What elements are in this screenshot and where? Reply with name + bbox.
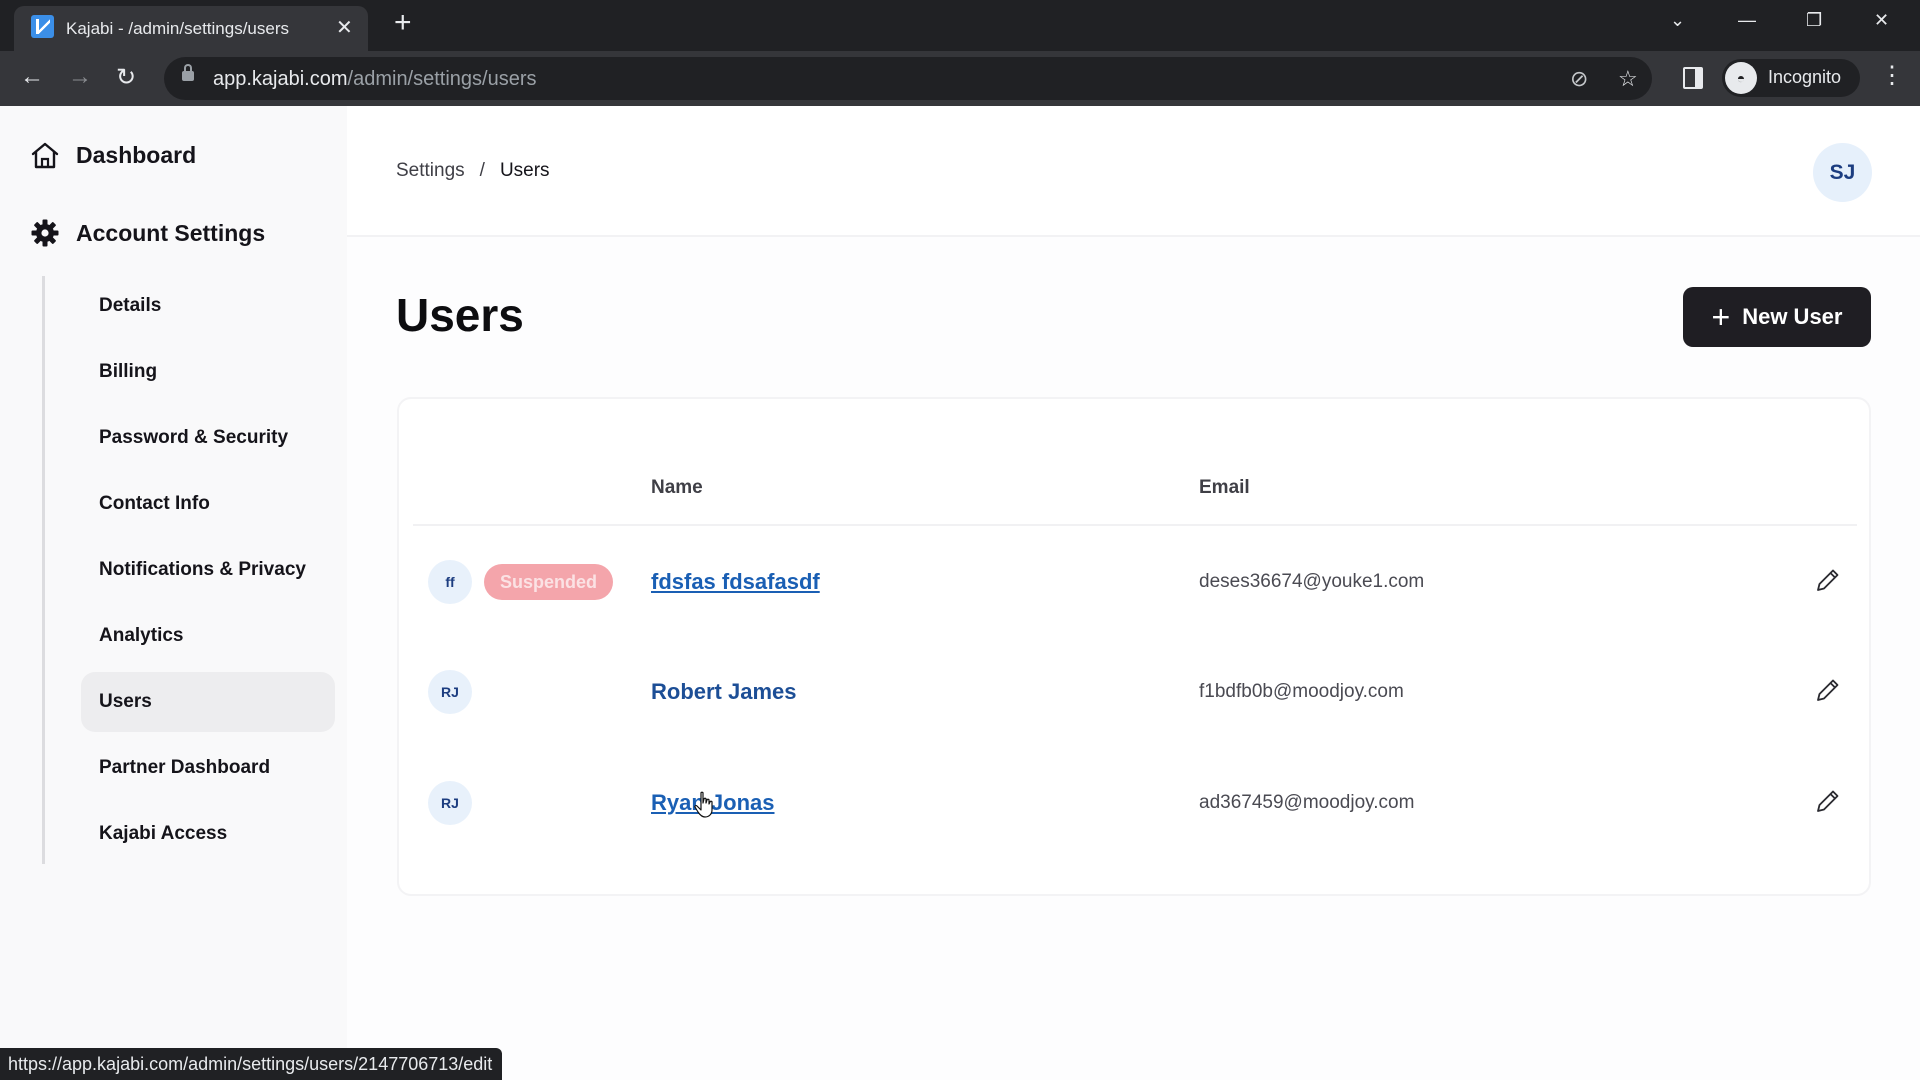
incognito-icon: ◓ xyxy=(1725,62,1757,94)
users-table: Name Email ff Suspended fdsfas fdsafasdf… xyxy=(397,397,1871,896)
sidebar-account-settings-link[interactable]: Account Settings xyxy=(30,218,265,248)
sidebar-item-analytics[interactable]: Analytics xyxy=(81,606,335,666)
user-email: deses36674@youke1.com xyxy=(1199,571,1425,592)
kajabi-favicon-icon xyxy=(31,15,54,38)
home-icon xyxy=(31,142,59,169)
sidebar-item-billing[interactable]: Billing xyxy=(81,342,335,402)
lock-icon xyxy=(182,64,194,81)
tracking-protection-eye-off-icon[interactable]: ⊘ xyxy=(1570,66,1588,92)
sidebar-item-notifications-privacy[interactable]: Notifications & Privacy xyxy=(81,540,335,600)
plus-icon: + xyxy=(1711,299,1731,335)
sidebar-item-partner-dashboard[interactable]: Partner Dashboard xyxy=(81,738,335,798)
incognito-label: Incognito xyxy=(1768,67,1842,87)
user-name-link[interactable]: Robert James xyxy=(651,679,797,705)
user-email: f1bdfb0b@moodjoy.com xyxy=(1199,681,1404,702)
tab-close-icon[interactable]: ✕ xyxy=(336,15,353,40)
browser-tab-bar: Kajabi - /admin/settings/users ✕ + ⌄ — ❐… xyxy=(0,0,1920,51)
browser-tab[interactable]: Kajabi - /admin/settings/users ✕ xyxy=(14,6,368,51)
column-header-email: Email xyxy=(1199,477,1250,498)
forward-icon[interactable]: → xyxy=(68,63,92,91)
settings-sidebar: Dashboard Account Settings Details Billi… xyxy=(0,106,347,1080)
browser-toolbar: ← → ↻ app.kajabi.com/admin/settings/user… xyxy=(0,51,1920,106)
sidebar-item-details[interactable]: Details xyxy=(81,276,335,336)
breadcrumb: Settings / Users xyxy=(396,160,550,182)
url-path: /admin/settings/users xyxy=(347,68,537,90)
reload-icon[interactable]: ↻ xyxy=(116,63,136,92)
url-text[interactable]: app.kajabi.com/admin/settings/users xyxy=(213,68,537,91)
main-content: Settings / Users SJ Users + New User Nam… xyxy=(347,106,1920,1080)
breadcrumb-separator: / xyxy=(479,160,485,181)
table-row: ff Suspended fdsfas fdsafasdf deses36674… xyxy=(399,525,1869,635)
status-bar-link-preview: https://app.kajabi.com/admin/settings/us… xyxy=(0,1048,503,1080)
gear-icon xyxy=(31,219,59,247)
bookmark-star-icon[interactable]: ☆ xyxy=(1618,66,1638,92)
edit-pencil-icon[interactable] xyxy=(1813,786,1843,816)
side-panel-icon[interactable] xyxy=(1683,67,1703,89)
sidebar-rail-divider xyxy=(42,276,45,864)
address-bar[interactable]: app.kajabi.com/admin/settings/users ⊘ ☆ xyxy=(164,57,1652,100)
top-header: Settings / Users SJ xyxy=(347,106,1920,237)
sidebar-account-settings-label: Account Settings xyxy=(76,219,266,246)
sidebar-item-contact-info[interactable]: Contact Info xyxy=(81,474,335,534)
user-avatar-initials: ff xyxy=(428,560,472,604)
restore-icon[interactable]: ❐ xyxy=(1806,10,1822,31)
url-host: app.kajabi.com xyxy=(213,68,348,90)
tab-title: Kajabi - /admin/settings/users xyxy=(66,19,289,38)
tab-search-chevron-icon[interactable]: ⌄ xyxy=(1670,10,1685,31)
new-user-label: New User xyxy=(1742,304,1843,329)
minimize-icon[interactable]: — xyxy=(1738,10,1756,31)
sidebar-dashboard-label: Dashboard xyxy=(76,141,197,168)
browser-menu-icon[interactable]: ⋮ xyxy=(1880,61,1904,90)
user-avatar-initials: RJ xyxy=(428,670,472,714)
sidebar-item-password-security[interactable]: Password & Security xyxy=(81,408,335,468)
edit-pencil-icon[interactable] xyxy=(1813,675,1843,705)
edit-pencil-icon[interactable] xyxy=(1813,565,1843,595)
page-title: Users xyxy=(396,289,524,341)
breadcrumb-users: Users xyxy=(499,160,550,181)
table-row: RJ Ryan Jonas ad367459@moodjoy.com xyxy=(399,746,1869,856)
user-avatar[interactable]: SJ xyxy=(1813,143,1872,202)
user-name-link[interactable]: fdsfas fdsafasdf xyxy=(651,569,820,595)
sidebar-item-users[interactable]: Users xyxy=(81,672,335,732)
sidebar-item-kajabi-access[interactable]: Kajabi Access xyxy=(81,804,335,864)
user-name-link[interactable]: Ryan Jonas xyxy=(651,790,775,816)
sidebar-dashboard-link[interactable]: Dashboard xyxy=(30,140,196,170)
table-row: RJ Robert James f1bdfb0b@moodjoy.com xyxy=(399,635,1869,745)
back-icon[interactable]: ← xyxy=(20,63,44,91)
status-badge-suspended: Suspended xyxy=(484,564,614,600)
new-user-button[interactable]: + New User xyxy=(1683,287,1871,347)
user-avatar-initials: RJ xyxy=(428,781,472,825)
breadcrumb-settings[interactable]: Settings xyxy=(396,160,465,182)
column-header-name: Name xyxy=(651,477,703,498)
incognito-profile-button[interactable]: ◓ Incognito xyxy=(1722,59,1860,97)
user-email: ad367459@moodjoy.com xyxy=(1199,792,1415,813)
window-close-icon[interactable]: ✕ xyxy=(1874,10,1889,31)
new-tab-icon[interactable]: + xyxy=(394,8,412,38)
